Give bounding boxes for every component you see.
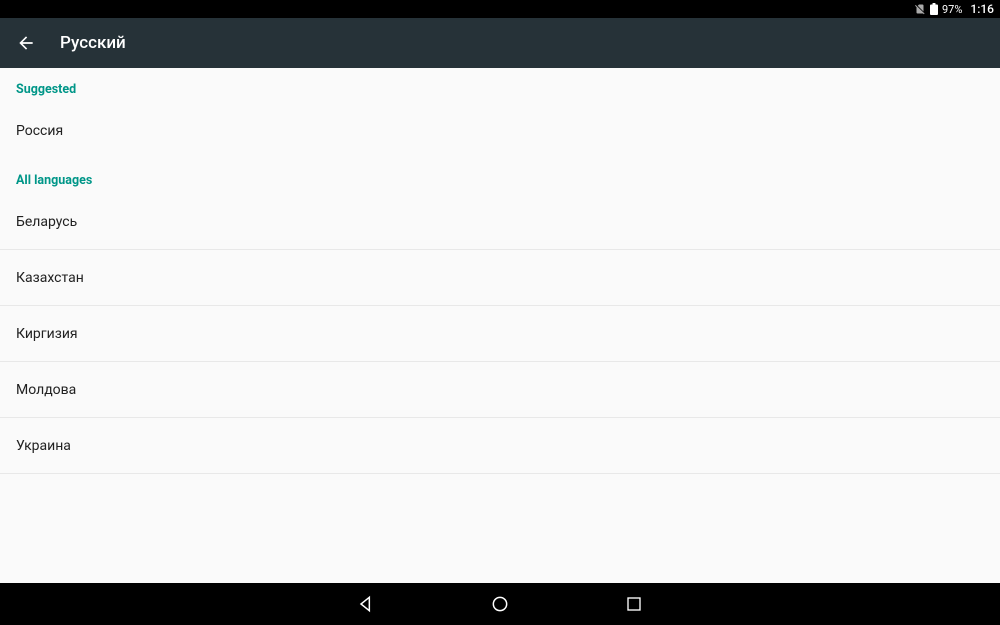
list-item[interactable]: Киргизия <box>0 306 1000 362</box>
list-item-label: Киргизия <box>16 326 78 342</box>
list-item[interactable]: Беларусь <box>0 194 1000 250</box>
no-sim-icon <box>914 3 926 15</box>
section-header-suggested: Suggested <box>0 68 1000 103</box>
section-header-all: All languages <box>0 159 1000 194</box>
app-bar: Русский <box>0 18 1000 68</box>
list-item[interactable]: Россия <box>0 103 1000 159</box>
list-item[interactable]: Казахстан <box>0 250 1000 306</box>
list-item-label: Беларусь <box>16 214 77 230</box>
nav-back-icon[interactable] <box>354 592 378 616</box>
list-item-label: Казахстан <box>16 270 84 286</box>
page-title: Русский <box>60 33 126 53</box>
nav-recent-icon[interactable] <box>622 592 646 616</box>
list-item-label: Украина <box>16 438 71 454</box>
content-scroll[interactable]: Suggested Россия All languages Беларусь … <box>0 68 1000 583</box>
list-item-label: Молдова <box>16 382 76 398</box>
navigation-bar <box>0 583 1000 625</box>
status-bar: 97% 1:16 <box>0 0 1000 18</box>
nav-home-icon[interactable] <box>488 592 512 616</box>
battery-percent: 97% <box>942 3 962 16</box>
list-item-label: Россия <box>16 123 63 139</box>
battery-icon <box>930 3 938 15</box>
list-item[interactable]: Украина <box>0 418 1000 474</box>
status-clock: 1:16 <box>970 2 994 16</box>
list-item[interactable]: Молдова <box>0 362 1000 418</box>
back-arrow-icon[interactable] <box>16 33 36 53</box>
